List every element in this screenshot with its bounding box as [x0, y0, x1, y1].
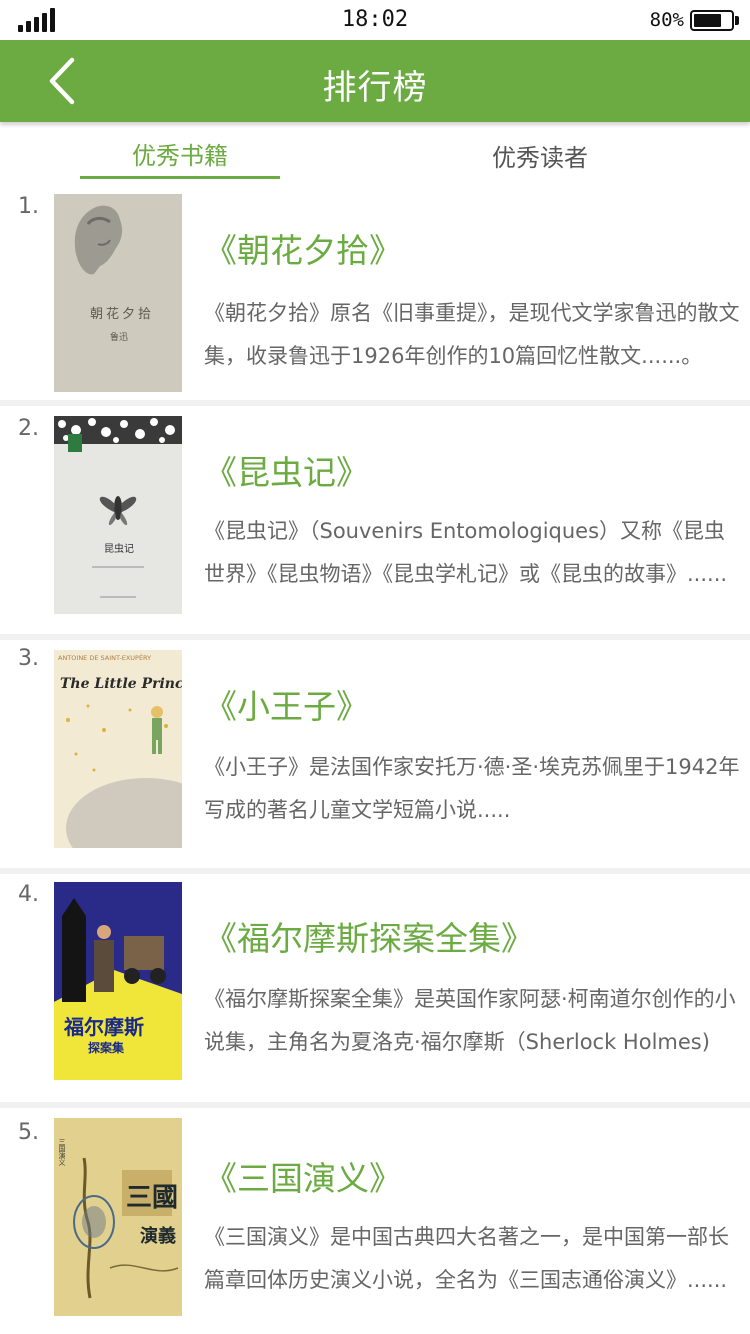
book-cover: 昆虫记: [54, 416, 182, 614]
status-bar: 18:02 80%: [0, 0, 750, 40]
book-title: 《福尔摩斯探案全集》: [204, 919, 534, 958]
svg-text:朝花夕拾: 朝花夕拾: [90, 306, 154, 322]
battery-percent: 80%: [649, 9, 684, 31]
book-item[interactable]: 3. ANTOINE DE SAINT-EXUPÉRY The Little P…: [0, 640, 750, 874]
page-title: 排行榜: [322, 68, 428, 108]
tab-bar: 优秀书籍 优秀读者: [0, 122, 750, 184]
svg-text:昆虫记: 昆虫记: [104, 543, 134, 555]
book-item[interactable]: 2. 昆虫记 《昆虫记》 《昆虫记》（Souvenirs Entomologiq…: [0, 406, 750, 640]
tab-label: 优秀书籍: [132, 142, 228, 170]
rank-number: 1.: [18, 194, 39, 219]
book-cover: ANTOINE DE SAINT-EXUPÉRY The Little Prin…: [54, 650, 182, 848]
svg-text:三国演义: 三国演义: [58, 1138, 66, 1166]
book-item[interactable]: 4. 福尔摩斯 探案集 《福尔摩斯探案全集》 《福尔摩斯探案全集》是英国作家阿瑟…: [0, 874, 750, 1108]
book-cover: 三国演义 三國 演義: [54, 1118, 182, 1316]
rank-number: 5.: [18, 1120, 39, 1145]
rank-number: 2.: [18, 416, 39, 441]
book-description: 《昆虫记》（Souvenirs Entomologiques）又称《昆虫世界》《…: [204, 519, 728, 586]
book-item[interactable]: 5. 三国演义 三國 演義 《三国演义》 《三国演义》是中国古典四大名著之一，是…: [0, 1108, 750, 1332]
svg-text:演義: 演義: [140, 1225, 176, 1247]
svg-text:The Little Prince: The Little Prince: [60, 676, 182, 692]
svg-text:三國: 三國: [126, 1183, 178, 1213]
tab-excellent-readers[interactable]: 优秀读者: [440, 138, 640, 182]
book-title: 《昆虫记》: [204, 453, 369, 492]
book-title: 《三国演义》: [204, 1159, 402, 1198]
book-description: 《三国演义》是中国古典四大名著之一，是中国第一部长篇章回体历史演义小说，全名为《…: [204, 1225, 729, 1292]
book-item[interactable]: 1. 朝花夕拾 鲁迅 《朝花夕拾》 《朝花夕拾》原名《旧事重提》，是现代文学家鲁…: [0, 184, 750, 406]
book-cover: 朝花夕拾 鲁迅: [54, 194, 182, 392]
book-title: 《小王子》: [204, 687, 369, 726]
rank-number: 3.: [18, 646, 39, 671]
book-title: 《朝花夕拾》: [204, 231, 402, 270]
rank-number: 4.: [18, 882, 39, 907]
book-cover: 福尔摩斯 探案集: [54, 882, 182, 1080]
book-list: 1. 朝花夕拾 鲁迅 《朝花夕拾》 《朝花夕拾》原名《旧事重提》，是现代文学家鲁…: [0, 184, 750, 1332]
svg-text:福尔摩斯: 福尔摩斯: [63, 1015, 144, 1039]
book-description: 《小王子》是法国作家安托万·德·圣·埃克苏佩里于1942年写成的著名儿童文学短篇…: [204, 755, 740, 822]
tab-label: 优秀读者: [492, 144, 588, 172]
active-tab-indicator: [80, 176, 280, 179]
book-description: 《朝花夕拾》原名《旧事重提》，是现代文学家鲁迅的散文集，收录鲁迅于1926年创作…: [204, 301, 740, 368]
book-description: 《福尔摩斯探案全集》是英国作家阿瑟·柯南道尔创作的小说集，主角名为夏洛克·福尔摩…: [204, 987, 736, 1054]
status-time: 18:02: [341, 7, 409, 32]
svg-text:ANTOINE DE SAINT-EXUPÉRY: ANTOINE DE SAINT-EXUPÉRY: [58, 653, 151, 662]
svg-text:探案集: 探案集: [88, 1040, 125, 1055]
tab-excellent-books[interactable]: 优秀书籍: [80, 136, 280, 180]
header-bar: 排行榜: [0, 40, 750, 122]
battery-icon: [690, 10, 739, 31]
svg-text:鲁迅: 鲁迅: [110, 331, 128, 343]
